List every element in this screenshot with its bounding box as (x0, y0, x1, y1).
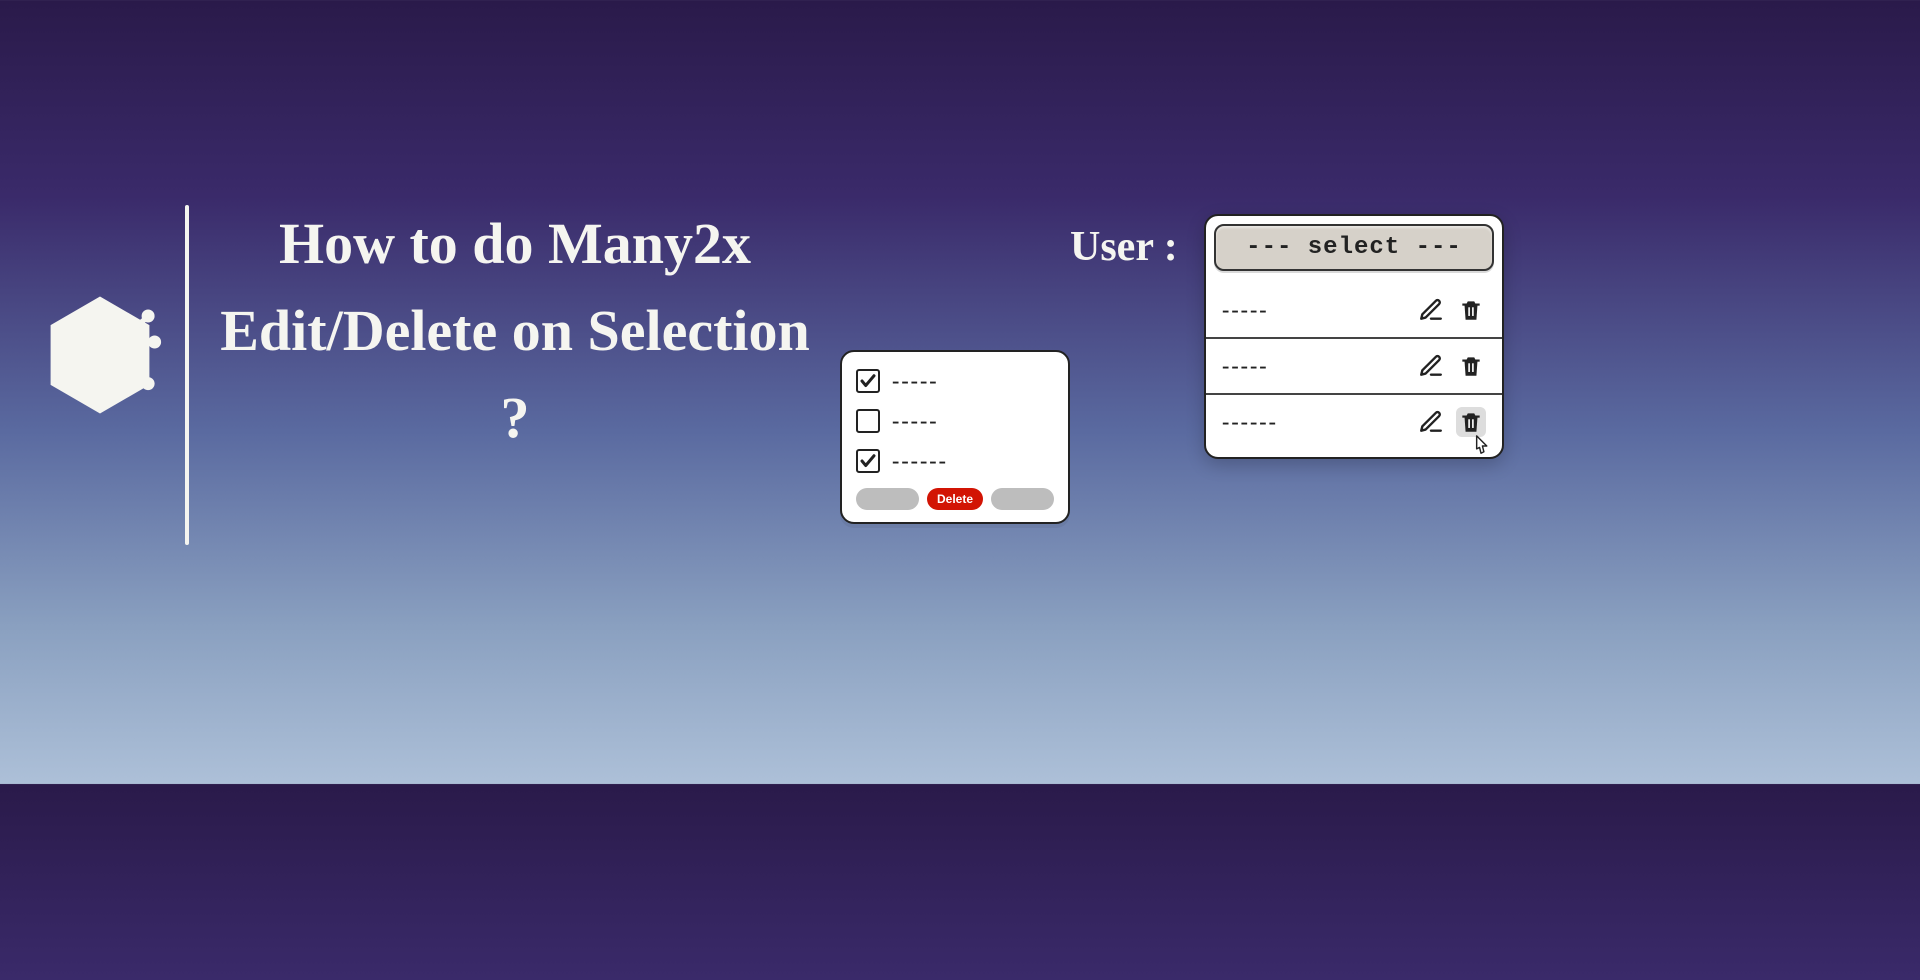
checkbox-row[interactable]: ----- (856, 368, 1054, 394)
dropdown-option[interactable]: ----- (1206, 283, 1502, 337)
option-text: ----- (1222, 297, 1269, 323)
pointer-cursor-icon (1468, 433, 1494, 459)
page-title: How to do Many2x Edit/Delete on Selectio… (215, 200, 815, 461)
dropdown-option[interactable]: ------ (1206, 393, 1502, 449)
edit-icon-button[interactable] (1416, 295, 1446, 325)
trash-icon-button[interactable] (1456, 295, 1486, 325)
panel-grey-button[interactable] (991, 488, 1054, 510)
panel-actions: Delete (856, 488, 1054, 510)
vertical-divider (185, 205, 189, 545)
checkbox-row[interactable]: ------ (856, 448, 1054, 474)
trash-icon-button[interactable] (1456, 351, 1486, 381)
row-text: ------ (892, 448, 948, 474)
circuit-hex-icon (35, 290, 165, 420)
checkbox-unchecked[interactable] (856, 409, 880, 433)
user-label: User : (1070, 223, 1178, 271)
checkbox-checked[interactable] (856, 449, 880, 473)
select-header[interactable]: --- select --- (1214, 224, 1494, 271)
row-text: ----- (892, 408, 939, 434)
row-text: ----- (892, 368, 939, 394)
checkbox-list-panel: ----- ----- ------ Delete (840, 350, 1070, 524)
delete-button[interactable]: Delete (927, 488, 983, 510)
edit-icon-button[interactable] (1416, 407, 1446, 437)
checkbox-checked[interactable] (856, 369, 880, 393)
edit-icon-button[interactable] (1416, 351, 1446, 381)
trash-icon-button[interactable] (1456, 407, 1486, 437)
dropdown-option[interactable]: ----- (1206, 337, 1502, 393)
checkbox-row[interactable]: ----- (856, 408, 1054, 434)
option-text: ------ (1222, 409, 1278, 435)
panel-grey-button[interactable] (856, 488, 919, 510)
brand-logo (35, 290, 165, 420)
user-dropdown-panel: --- select --- ----- ----- (1204, 214, 1504, 459)
option-text: ----- (1222, 353, 1269, 379)
